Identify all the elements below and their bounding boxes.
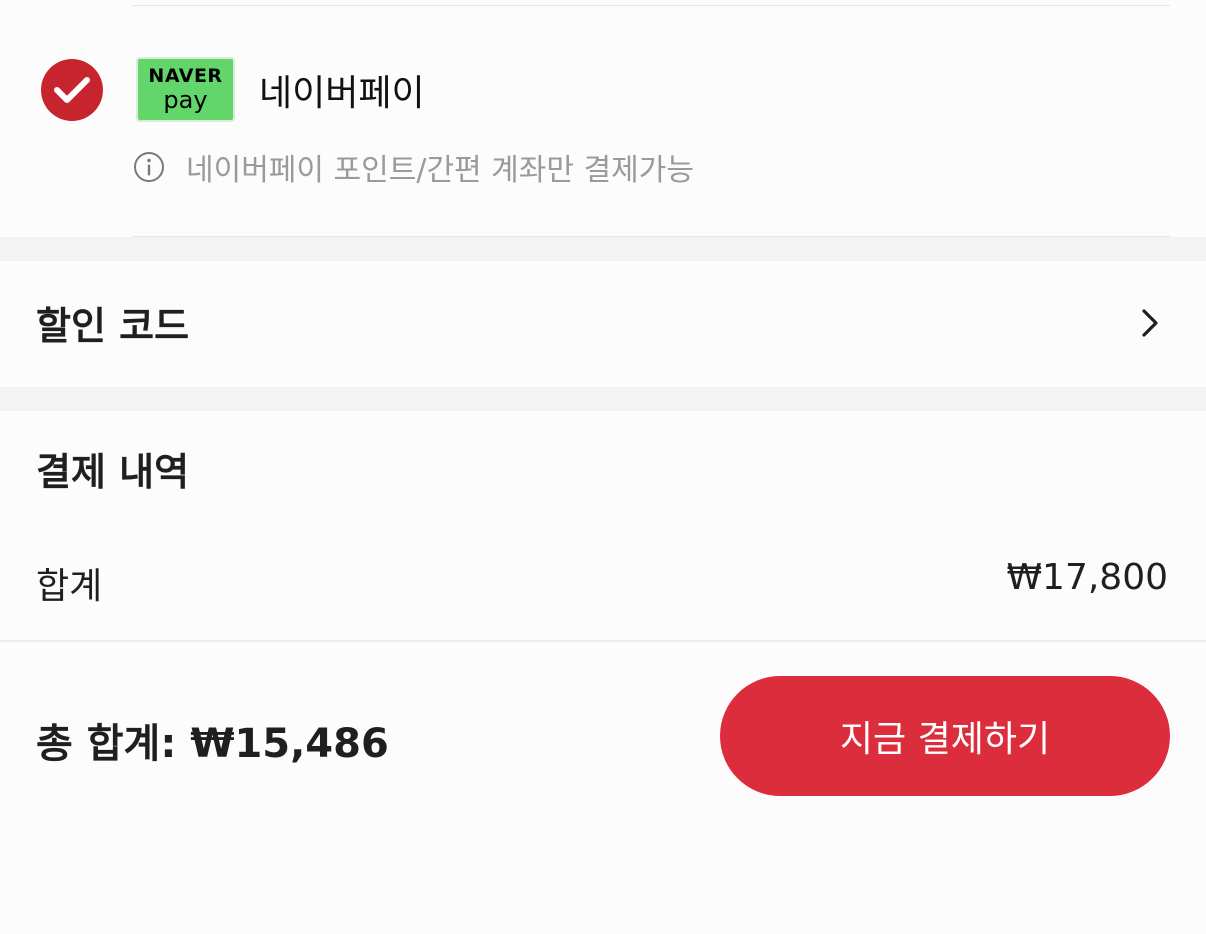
payment-method-naverpay[interactable]: NAVER pay 네이버페이 네이버페이 포인트/간편 계좌만 결제가능 bbox=[0, 0, 1206, 237]
pay-now-button[interactable]: 지금 결제하기 bbox=[720, 676, 1170, 796]
section-gap bbox=[0, 237, 1206, 261]
payment-method-name: 네이버페이 bbox=[259, 73, 425, 114]
subtotal-label: 합계 bbox=[36, 566, 103, 607]
naverpay-logo-line2: pay bbox=[163, 86, 208, 114]
discount-code-label: 할인 코드 bbox=[36, 304, 190, 348]
total-amount: 총 합계: ₩15,486 bbox=[36, 711, 389, 769]
subtotal-value: ₩17,800 bbox=[1006, 557, 1168, 598]
chevron-right-icon[interactable] bbox=[1136, 308, 1164, 338]
divider bbox=[132, 5, 1170, 6]
naverpay-logo-line1: NAVER bbox=[148, 65, 223, 87]
section-gap bbox=[0, 387, 1206, 411]
info-icon bbox=[133, 151, 165, 183]
payment-method-info: 네이버페이 포인트/간편 계좌만 결제가능 bbox=[133, 145, 694, 189]
total-label: 총 합계: bbox=[36, 721, 177, 767]
check-icon[interactable] bbox=[41, 59, 103, 121]
total-value: ₩15,486 bbox=[190, 721, 389, 767]
divider bbox=[0, 640, 1206, 642]
naverpay-logo: NAVER pay bbox=[136, 57, 235, 122]
payment-method-info-text: 네이버페이 포인트/간편 계좌만 결제가능 bbox=[186, 153, 694, 188]
payment-summary-title: 결제 내역 bbox=[36, 450, 190, 494]
